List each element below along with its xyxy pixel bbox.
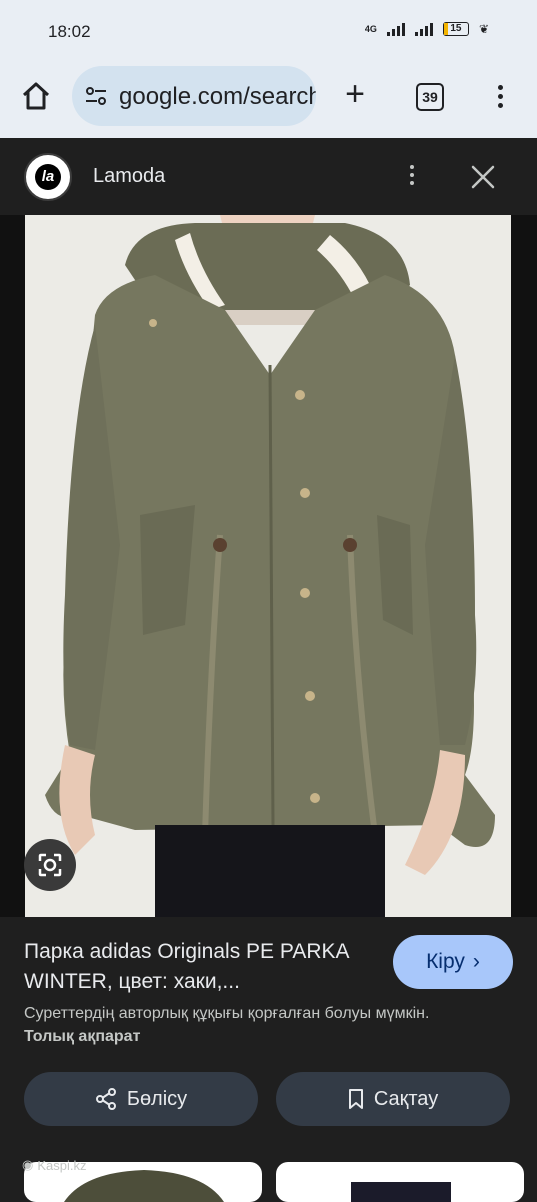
copyright-text: Суреттердің авторлық құқығы қорғалған бо… [24,1005,430,1022]
copyright-note: Суреттердің авторлық құқығы қорғалған бо… [24,1002,444,1048]
site-name[interactable]: Lamoda [93,165,165,188]
site-info-icon[interactable] [84,84,108,108]
battery-level: 15 [450,23,462,34]
new-tab-button[interactable]: + [340,77,370,111]
visit-label: Кіру [426,950,465,973]
chevron-right-icon: › [472,950,480,973]
lens-search-icon[interactable] [24,839,76,891]
more-options-icon[interactable] [402,162,422,194]
save-button[interactable]: Сақтау [276,1072,510,1126]
image-viewer [0,215,537,917]
close-icon[interactable] [470,164,496,190]
signal-icon-2 [414,22,433,36]
status-icons: 4G 15 ❦ [365,22,489,36]
share-button[interactable]: Бөлісу [24,1072,258,1126]
product-title[interactable]: Парка adidas Originals PE PARKA WINTER, … [24,937,374,997]
result-details: Парка adidas Originals PE PARKA WINTER, … [0,917,537,1202]
share-icon [95,1088,116,1110]
related-source: ◉ Kaspi.kz [22,1157,86,1173]
signal-icon [386,22,405,36]
network-type: 4G [364,24,377,34]
save-label: Сақтау [373,1087,439,1110]
bookmark-icon [348,1089,363,1109]
status-bar: 18:02 4G 15 ❦ [0,0,537,62]
related-source-name: Kaspi.kz [37,1157,87,1173]
site-logo[interactable]: la [24,153,72,201]
product-image[interactable] [25,215,511,917]
learn-more-link[interactable]: Толық ақпарат [24,1028,140,1045]
browser-menu-icon[interactable] [490,82,510,112]
battery-fill [443,23,448,35]
parka-illustration [25,215,511,917]
browser-toolbar: google.com/search + 39 [0,62,537,138]
tab-switcher-button[interactable]: 39 [416,83,444,111]
url-text: google.com/search [119,83,316,110]
address-bar[interactable]: google.com/search [72,66,316,126]
related-result-card[interactable] [276,1162,524,1202]
status-time: 18:02 [48,22,91,41]
source-logo-icon: ◉ [22,1157,34,1172]
leaf-icon: ❦ [478,22,489,36]
site-logo-text: la [35,164,61,190]
share-label: Бөлісу [126,1087,188,1110]
visit-button[interactable]: Кіру › [393,935,513,989]
battery-icon: 15 [442,22,469,36]
source-header: la Lamoda [0,138,537,215]
home-icon[interactable] [20,80,52,112]
